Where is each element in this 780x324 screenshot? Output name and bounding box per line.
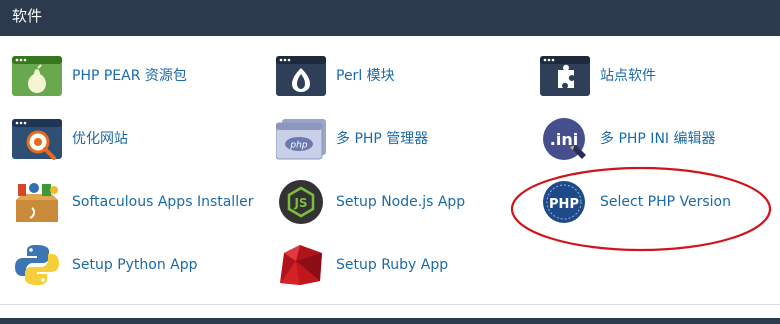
next-section-header [0,318,780,324]
site-software-item[interactable]: 站点软件 [540,53,656,99]
puzzle-icon [540,54,590,98]
item-label: 优化网站 [72,131,128,147]
item-label: Setup Ruby App [336,257,449,273]
software-panel: PHP PEAR 资源包 Perl 模块 站点软件 优化网站 php 多 PHP… [0,36,780,305]
item-label: 多 PHP 管理器 [336,131,429,147]
multiphp-ini-editor-item[interactable]: .ini 多 PHP INI 编辑器 [540,116,716,162]
item-label: 站点软件 [600,68,656,84]
item-label: Perl 模块 [336,68,395,84]
php-ini-icon: .ini [540,117,590,161]
svg-text:php: php [289,141,307,151]
item-label: Setup Python App [72,257,198,273]
perl-modules-item[interactable]: Perl 模块 [276,53,395,99]
setup-python-item[interactable]: Setup Python App [12,242,198,288]
setup-ruby-item[interactable]: Setup Ruby App [276,242,448,288]
select-php-version-item[interactable]: PHP Select PHP Version [540,179,731,225]
softaculous-item[interactable]: Softaculous Apps Installer [12,179,253,225]
item-label: 多 PHP INI 编辑器 [600,131,716,147]
setup-nodejs-item[interactable]: JS Setup Node.js App [276,179,465,225]
optimize-website-item[interactable]: 优化网站 [12,116,128,162]
pear-icon [12,54,62,98]
item-label: Setup Node.js App [336,194,466,210]
php-version-icon: PHP [540,180,590,224]
section-title: 软件 [12,7,43,25]
php-manager-icon: php [276,117,326,161]
item-label: Select PHP Version [600,194,731,210]
nodejs-icon: JS [276,180,326,224]
magnifier-icon [12,117,62,161]
softaculous-box-icon [12,180,62,224]
svg-text:PHP: PHP [549,197,579,212]
ruby-icon [276,243,326,287]
section-header: 软件 [0,0,780,36]
perl-onion-icon [276,54,326,98]
python-icon [12,243,62,287]
php-pear-item[interactable]: PHP PEAR 资源包 [12,53,187,99]
item-label: PHP PEAR 资源包 [72,68,187,84]
item-label: Softaculous Apps Installer [72,194,254,210]
multiphp-manager-item[interactable]: php 多 PHP 管理器 [276,116,428,162]
svg-text:JS: JS [293,196,307,210]
